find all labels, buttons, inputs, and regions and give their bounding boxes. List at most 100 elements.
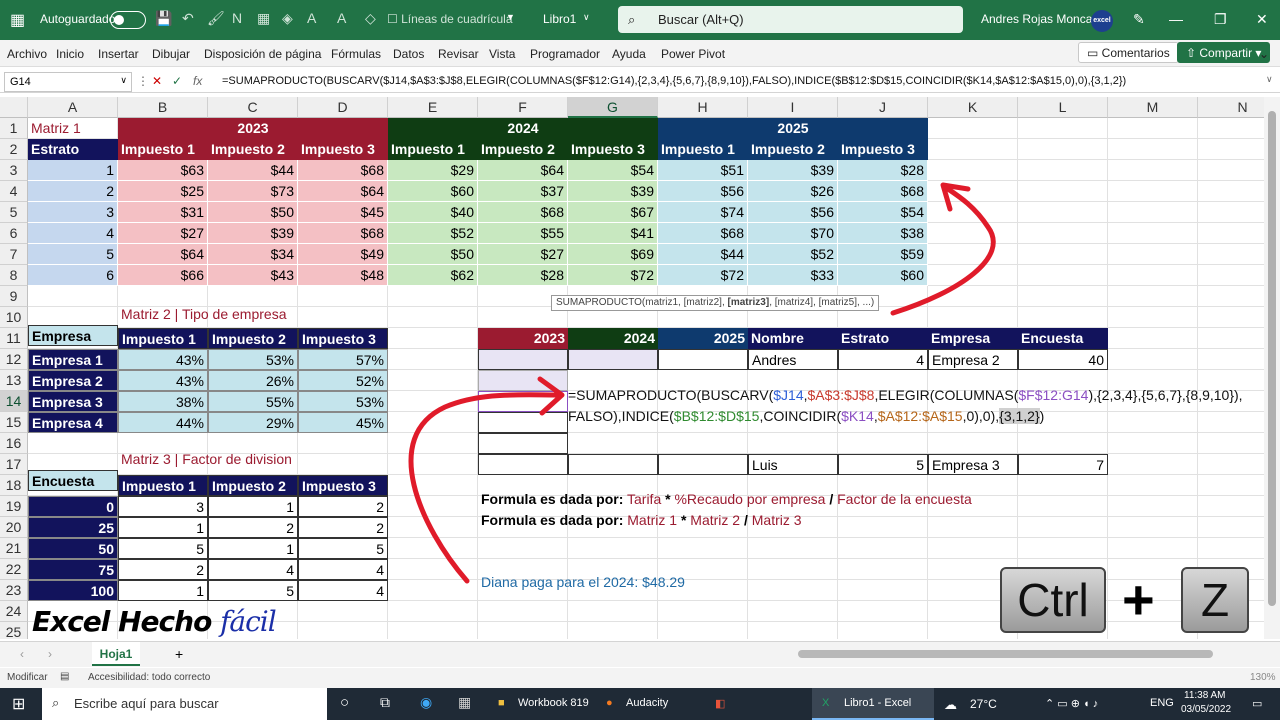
tab-power-pivot[interactable]: Power Pivot: [661, 47, 725, 61]
more-icon: ⋮: [137, 74, 149, 88]
chevron-down-icon: ∨: [120, 75, 127, 85]
search-box[interactable]: ⌕ Buscar (Alt+Q): [618, 6, 963, 33]
macro-icon[interactable]: ▤: [60, 671, 69, 682]
language-indicator[interactable]: ENG: [1150, 697, 1174, 709]
status-bar: Modificar ▤ Accesibilidad: todo correcto…: [0, 668, 1280, 688]
customize-qat-icon[interactable]: ▼: [506, 12, 515, 22]
arrow-to-formula: [408, 392, 561, 584]
restore-icon[interactable]: ❐: [1214, 11, 1227, 28]
search-icon: ⌕: [628, 12, 636, 27]
clock-date[interactable]: 03/05/2022: [1181, 704, 1231, 715]
close-icon[interactable]: ✕: [1256, 11, 1268, 28]
task-view-icon[interactable]: ⧉: [380, 694, 390, 711]
formula-bar: G14 ∨ ⋮ ✕ ✓ fx =SUMAPRODUCTO(BUSCARV($J14…: [0, 71, 1280, 93]
spreadsheet-grid[interactable]: A B C D E F G H I J K L M N 1 2 3 4 5 6 7 8 9 10 11 12 13 14 15 16 17 1…: [0, 97, 1264, 639]
excel-logo-icon[interactable]: ▦: [10, 10, 25, 30]
undo-icon[interactable]: ↶: [182, 10, 194, 27]
accessibility-status[interactable]: Accesibilidad: todo correcto: [88, 672, 210, 683]
tab-datos[interactable]: Datos: [393, 47, 424, 61]
gridlines-checkbox[interactable]: ☐ Líneas de cuadrícula: [387, 12, 513, 26]
text-color-icon[interactable]: A: [337, 10, 346, 26]
cancel-icon[interactable]: ✕: [152, 74, 162, 88]
sheet-tab-hoja1[interactable]: Hoja1: [92, 642, 140, 666]
comment-icon: ▭: [1087, 46, 1102, 60]
taskbar-search-placeholder: Escribe aquí para buscar: [74, 696, 219, 711]
company-header: Empresa: [28, 325, 118, 346]
tab-formulas[interactable]: Fórmulas: [331, 47, 381, 61]
share-button[interactable]: ⇧ Compartir ▾: [1177, 42, 1271, 63]
audacity-icon: ●: [606, 697, 613, 709]
save-icon[interactable]: 💾: [155, 10, 172, 27]
ribbon-tabs: Archivo Inicio Insertar Dibujar Disposic…: [0, 40, 1280, 67]
survey-header: Encuesta: [28, 470, 118, 491]
taskbar-app-audacity[interactable]: Audacity: [626, 697, 668, 709]
camtasia-icon[interactable]: ◧: [715, 697, 725, 710]
year-2023-header: 2023: [118, 118, 388, 139]
name-box[interactable]: G14 ∨: [4, 72, 132, 92]
cortana-icon[interactable]: ○: [340, 694, 349, 711]
next-sheet-icon[interactable]: ›: [48, 647, 52, 661]
matrix2-label: Matriz 2 | Tipo de empresa: [121, 306, 287, 322]
search-placeholder: Buscar (Alt+Q): [658, 12, 744, 27]
tray-icons[interactable]: ⌃ ▭ ⊕ ◖ ♪: [1045, 697, 1098, 710]
search-icon: ⌕: [52, 695, 60, 710]
horizontal-scrollbar[interactable]: [798, 650, 1213, 658]
prev-sheet-icon[interactable]: ‹: [20, 647, 24, 661]
eraser-icon[interactable]: ◇: [365, 10, 376, 27]
edge-icon[interactable]: ◉: [420, 694, 432, 711]
excel-window: ▦ Autoguardado 💾 ↶ 🖌 N ▦ ◈ A A ◇ ☐ Línea…: [0, 0, 1280, 720]
autosave-label: Autoguardado: [40, 12, 116, 26]
formula-input[interactable]: =SUMAPRODUCTO(BUSCARV($J14,$A$3:$J$8,ELE…: [222, 75, 1126, 87]
fill-color-icon[interactable]: ◈: [282, 10, 293, 27]
minimize-icon[interactable]: —: [1169, 11, 1183, 27]
windows-taskbar: ⊞ ⌕ Escribe aquí para buscar ○ ⧉ ◉ ▦ ■ W…: [0, 688, 1280, 720]
taskbar-app-workbook[interactable]: Workbook 819: [518, 697, 589, 709]
tab-programador[interactable]: Programador: [530, 47, 600, 61]
taskbar-app-excel[interactable]: X Libro1 - Excel: [812, 688, 934, 720]
temperature[interactable]: 27°C: [970, 697, 997, 711]
chevron-down-icon[interactable]: ∨: [583, 12, 590, 23]
stratum-header: Estrato: [28, 139, 118, 160]
sheet-tabs-bar: ‹ › Hoja1 +: [0, 641, 1280, 667]
excel-icon: X: [822, 697, 830, 709]
font-color-icon[interactable]: A: [307, 10, 316, 26]
taskbar-search[interactable]: ⌕ Escribe aquí para buscar: [42, 688, 327, 720]
matrix1-label: Matriz 1: [31, 120, 81, 136]
tab-inicio[interactable]: Inicio: [56, 47, 84, 61]
scroll-thumb[interactable]: [1268, 111, 1276, 606]
tab-ayuda[interactable]: Ayuda: [612, 47, 646, 61]
annotation-arrows: [408, 182, 996, 584]
ribbon-collapse-icon[interactable]: ⌄: [1259, 47, 1269, 61]
year-2025-header: 2025: [658, 118, 928, 139]
vertical-scrollbar[interactable]: [1264, 97, 1280, 639]
pen-icon[interactable]: ✎: [1133, 11, 1145, 28]
format-painter-icon[interactable]: 🖌: [207, 10, 225, 27]
expand-formula-icon[interactable]: ∨: [1266, 74, 1273, 85]
tab-disposicion[interactable]: Disposición de página: [204, 47, 321, 61]
borders-icon[interactable]: ▦: [257, 10, 270, 27]
format-n-icon[interactable]: N: [232, 10, 242, 26]
tab-revisar[interactable]: Revisar: [438, 47, 479, 61]
user-name[interactable]: Andres Rojas Moncada: [981, 12, 1106, 26]
arrow-to-matrix1: [890, 186, 996, 316]
tab-vista[interactable]: Vista: [489, 47, 515, 61]
matrix3-label: Matriz 3 | Factor de division: [121, 451, 292, 467]
clock-time[interactable]: 11:38 AM: [1184, 690, 1226, 701]
calculator-icon[interactable]: ▦: [458, 694, 471, 711]
tab-insertar[interactable]: Insertar: [98, 47, 139, 61]
zoom-level[interactable]: 130%: [1250, 672, 1276, 683]
add-sheet-button[interactable]: +: [175, 646, 183, 662]
tab-dibujar[interactable]: Dibujar: [152, 47, 190, 61]
weather-icon[interactable]: ☁: [944, 697, 957, 713]
autosave-toggle[interactable]: [110, 11, 146, 29]
enter-icon[interactable]: ✓: [172, 74, 182, 88]
tab-archivo[interactable]: Archivo: [7, 47, 47, 61]
title-bar: ▦ Autoguardado 💾 ↶ 🖌 N ▦ ◈ A A ◇ ☐ Línea…: [0, 0, 1280, 40]
workbook-name[interactable]: Libro1: [543, 12, 576, 26]
avatar[interactable]: excel: [1091, 10, 1113, 32]
insert-function-icon[interactable]: fx: [193, 74, 202, 88]
windows-start-icon[interactable]: ⊞: [12, 694, 25, 714]
mode-label: Modificar: [7, 672, 48, 683]
comments-button[interactable]: ▭ Comentarios: [1078, 42, 1179, 63]
notifications-icon[interactable]: ▭: [1252, 697, 1262, 710]
